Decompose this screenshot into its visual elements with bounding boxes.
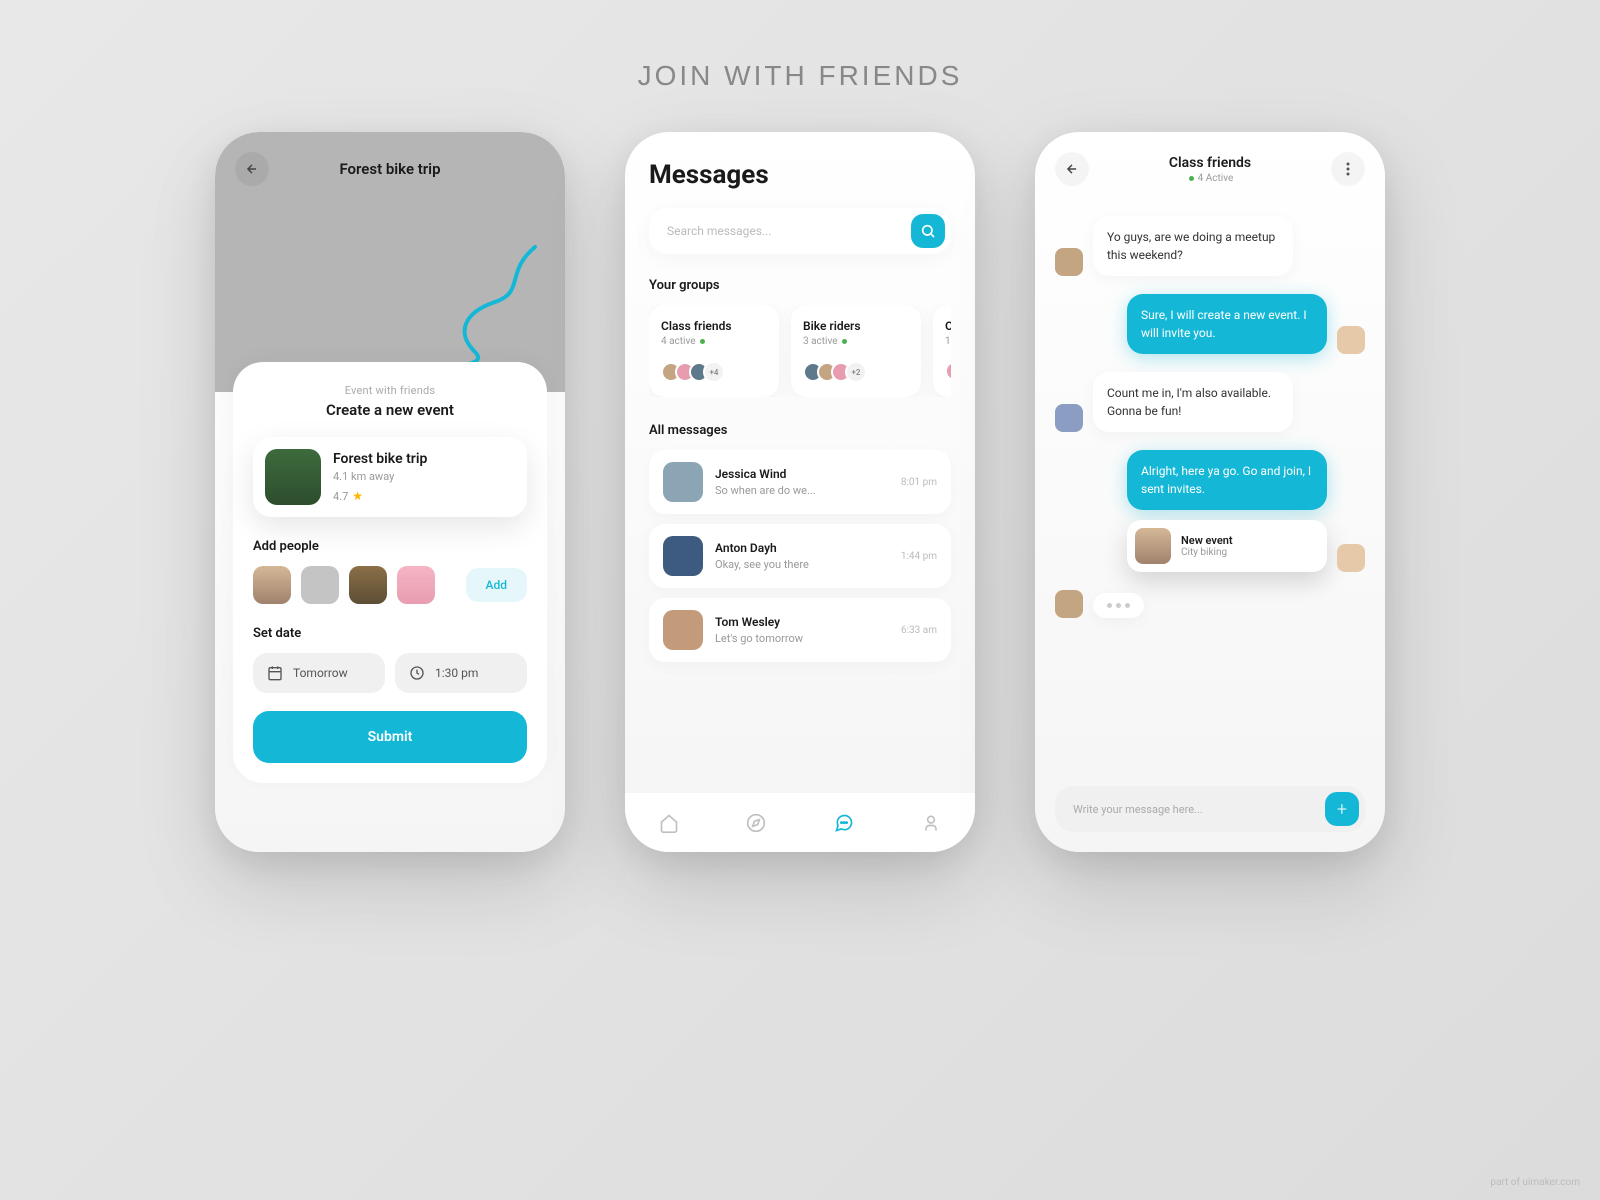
event-card-distance: 4.1 km away (333, 470, 427, 483)
avatar (663, 536, 703, 576)
groups-scroller[interactable]: Class friends 4 active +4 Bike riders 3 … (649, 305, 951, 397)
watermark: part of uimaker.com (1490, 1177, 1580, 1188)
clock-icon (409, 665, 425, 681)
avatar (1337, 544, 1365, 572)
event-sheet: Event with friends Create a new event Fo… (233, 362, 547, 783)
tab-bar (625, 792, 975, 852)
compass-icon[interactable] (746, 813, 766, 833)
avatar (1055, 248, 1083, 276)
avatar[interactable] (349, 566, 387, 604)
message-input[interactable]: Write your message here... (1073, 803, 1325, 816)
event-attach-title: New event (1181, 534, 1233, 547)
message-preview: Okay, see you there (715, 558, 889, 571)
star-icon: ★ (352, 489, 363, 503)
sheet-subtitle: Event with friends (253, 384, 527, 397)
event-thumbnail (265, 449, 321, 505)
profile-icon[interactable] (921, 813, 941, 833)
event-card[interactable]: Forest bike trip 4.1 km away 4.7 ★ (253, 437, 527, 517)
set-date-label: Set date (253, 626, 527, 641)
avatar[interactable] (301, 566, 339, 604)
message-name: Anton Dayh (715, 541, 889, 555)
group-name: Only fa (945, 319, 951, 333)
your-groups-label: Your groups (649, 278, 951, 293)
date-picker[interactable]: Tomorrow (253, 653, 385, 693)
search-icon (920, 223, 936, 239)
group-active: 3 active (803, 336, 909, 347)
map-title: Forest bike trip (215, 160, 565, 178)
message-input-bar[interactable]: Write your message here... + (1055, 786, 1365, 832)
map-area[interactable]: Forest bike trip (215, 132, 565, 392)
message-item[interactable]: Anton Dayh Okay, see you there 1:44 pm (649, 524, 951, 588)
message-preview: So when are do we... (715, 484, 889, 497)
message-item[interactable]: Tom Wesley Let's go tomorrow 6:33 am (649, 598, 951, 662)
add-people-label: Add people (253, 539, 527, 554)
avatar (663, 462, 703, 502)
home-icon[interactable] (659, 813, 679, 833)
message-preview: Let's go tomorrow (715, 632, 889, 645)
chat-header: Class friends 4 Active (1035, 132, 1385, 206)
phone-chat: Class friends 4 Active Yo guys, are we d… (1035, 132, 1385, 852)
phone-create-event: Forest bike trip Event with friends Crea… (215, 132, 565, 852)
search-input[interactable]: Search messages... (667, 224, 911, 238)
phone-messages: Messages Search messages... Your groups … (625, 132, 975, 852)
more-vertical-icon (1346, 162, 1350, 176)
submit-button[interactable]: Submit (253, 711, 527, 763)
avatar[interactable] (253, 566, 291, 604)
group-name: Class friends (661, 319, 767, 333)
search-button[interactable] (911, 214, 945, 248)
people-row: Add (253, 566, 527, 604)
incoming-bubble: Yo guys, are we doing a meetup this week… (1093, 216, 1293, 276)
message-name: Jessica Wind (715, 467, 889, 481)
message-item[interactable]: Jessica Wind So when are do we... 8:01 p… (649, 450, 951, 514)
calendar-icon (267, 665, 283, 681)
page-title: JOIN WITH FRIENDS (638, 60, 963, 92)
send-button[interactable]: + (1325, 792, 1359, 826)
group-card[interactable]: Only fa 1 active (933, 305, 951, 397)
add-person-button[interactable]: Add (466, 568, 527, 602)
avatar[interactable] (397, 566, 435, 604)
message-time: 6:33 am (901, 625, 937, 636)
outgoing-bubble: Alright, here ya go. Go and join, I sent… (1127, 450, 1327, 510)
group-card[interactable]: Bike riders 3 active +2 (791, 305, 921, 397)
event-attachment[interactable]: New event City biking (1127, 520, 1327, 572)
group-active: 4 active (661, 336, 767, 347)
time-picker[interactable]: 1:30 pm (395, 653, 527, 693)
typing-indicator (1093, 593, 1144, 618)
outgoing-bubble: Sure, I will create a new event. I will … (1127, 294, 1327, 354)
message-name: Tom Wesley (715, 615, 889, 629)
event-card-rating: 4.7 ★ (333, 489, 427, 503)
incoming-bubble: Count me in, I'm also available. Gonna b… (1093, 372, 1293, 432)
avatar (663, 610, 703, 650)
chat-messages[interactable]: Yo guys, are we doing a meetup this week… (1035, 206, 1385, 618)
chat-icon[interactable] (834, 813, 854, 833)
avatar (1337, 326, 1365, 354)
avatar (1055, 590, 1083, 618)
avatar (1055, 404, 1083, 432)
event-attach-subtitle: City biking (1181, 547, 1233, 558)
search-bar[interactable]: Search messages... (649, 208, 951, 254)
message-time: 8:01 pm (901, 477, 937, 488)
back-button[interactable] (1055, 152, 1089, 186)
event-card-title: Forest bike trip (333, 451, 427, 467)
chat-title: Class friends (1169, 155, 1251, 171)
more-button[interactable] (1331, 152, 1365, 186)
group-name: Bike riders (803, 319, 909, 333)
arrow-left-icon (1065, 162, 1079, 176)
messages-title: Messages (649, 160, 951, 190)
chat-subtitle: 4 Active (1169, 173, 1251, 184)
all-messages-label: All messages (649, 423, 951, 438)
message-time: 1:44 pm (901, 551, 937, 562)
group-active: 1 active (945, 336, 951, 347)
group-card[interactable]: Class friends 4 active +4 (649, 305, 779, 397)
sheet-heading: Create a new event (253, 401, 527, 419)
event-thumbnail (1135, 528, 1171, 564)
